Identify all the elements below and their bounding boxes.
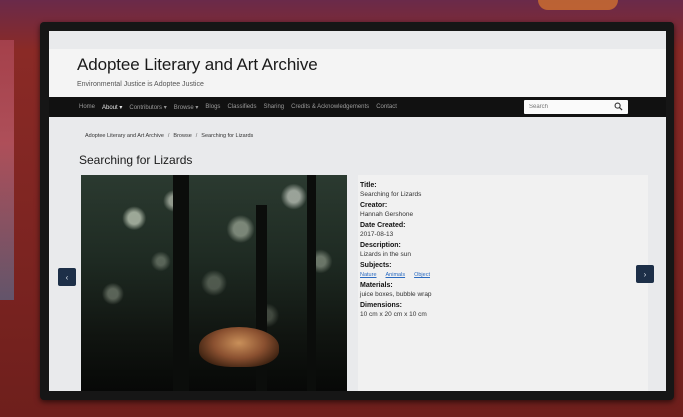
- nav-item-classifieds[interactable]: Classifieds: [227, 104, 256, 110]
- metadata-panel: Title: Searching for Lizards Creator: Ha…: [358, 175, 648, 391]
- breadcrumb-current: Searching for Lizards: [201, 133, 254, 139]
- description-label: Description:: [360, 242, 401, 249]
- main-nav: Home About ▾ Contributors ▾ Browse ▾ Blo…: [49, 97, 666, 117]
- materials-value: juice boxes, bubble wrap: [360, 291, 432, 298]
- subject-tag-animals[interactable]: Animals: [386, 272, 406, 278]
- nav-item-blogs[interactable]: Blogs: [205, 104, 220, 110]
- site-subtitle: Environmental Justice is Adoptee Justice: [77, 81, 204, 88]
- carousel-next-button[interactable]: ›: [636, 265, 654, 283]
- background-object: [0, 40, 14, 300]
- image-detail: [199, 327, 279, 367]
- date-value: 2017-08-13: [360, 231, 394, 238]
- creator-label: Creator:: [360, 202, 388, 209]
- nav-item-sharing[interactable]: Sharing: [263, 104, 284, 110]
- dimensions-value: 10 cm x 20 cm x 10 cm: [360, 311, 427, 318]
- breadcrumb-separator: /: [167, 133, 170, 139]
- creator-value: Hannah Gershone: [360, 211, 414, 218]
- subjects-label: Subjects:: [360, 262, 392, 269]
- chevron-right-icon: ›: [643, 269, 647, 279]
- nav-item-contributors[interactable]: Contributors ▾: [129, 104, 166, 111]
- search-input[interactable]: [524, 100, 628, 114]
- subject-tags: Nature Animals Object: [360, 272, 648, 278]
- search-icon[interactable]: [614, 102, 623, 111]
- site-title[interactable]: Adoptee Literary and Art Archive: [77, 49, 666, 75]
- title-value: Searching for Lizards: [360, 191, 422, 198]
- background-object: [538, 0, 618, 10]
- description-value: Lizards in the sun: [360, 251, 411, 258]
- nav-item-credits[interactable]: Credits & Acknowledgements: [291, 104, 369, 110]
- site-header: Adoptee Literary and Art Archive Environ…: [49, 49, 666, 97]
- nav-item-browse[interactable]: Browse ▾: [174, 104, 199, 111]
- nav-item-home[interactable]: Home: [79, 104, 95, 110]
- date-label: Date Created:: [360, 222, 406, 229]
- artwork-image[interactable]: [81, 175, 347, 391]
- breadcrumb-browse[interactable]: Browse: [173, 133, 191, 139]
- materials-label: Materials:: [360, 282, 393, 289]
- carousel-prev-button[interactable]: ‹: [58, 268, 76, 286]
- nav-item-contact[interactable]: Contact: [376, 104, 397, 110]
- breadcrumb: Adoptee Literary and Art Archive / Brows…: [79, 129, 639, 143]
- image-detail: [173, 175, 189, 391]
- image-detail: [307, 175, 316, 391]
- breadcrumb-separator: /: [195, 133, 198, 139]
- chevron-left-icon: ‹: [65, 272, 69, 282]
- breadcrumb-home[interactable]: Adoptee Literary and Art Archive: [85, 133, 164, 139]
- title-label: Title:: [360, 182, 377, 189]
- nav-item-about[interactable]: About ▾: [102, 104, 122, 111]
- subject-tag-nature[interactable]: Nature: [360, 272, 377, 278]
- subject-tag-object[interactable]: Object: [414, 272, 430, 278]
- dimensions-label: Dimensions:: [360, 302, 403, 309]
- page-title: Searching for Lizards: [79, 153, 193, 167]
- browser-viewport: Adoptee Literary and Art Archive Environ…: [49, 31, 666, 391]
